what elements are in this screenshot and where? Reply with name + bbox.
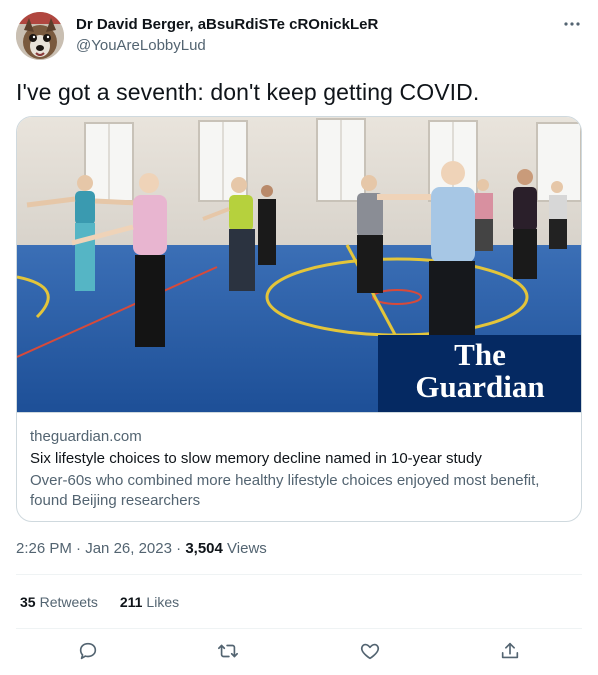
card-image[interactable]: The Guardian <box>17 117 581 413</box>
retweets-stat[interactable]: 35 Retweets <box>20 592 98 612</box>
meta-separator: · <box>176 540 182 557</box>
reply-icon[interactable] <box>75 638 101 664</box>
guardian-logo-line1: The <box>454 337 506 372</box>
dog-avatar[interactable] <box>16 12 64 60</box>
heart-icon[interactable] <box>357 638 383 664</box>
guardian-logo-line2: Guardian <box>415 369 544 404</box>
tweet-header: Dr David Berger, aBsuRdiSTe cROnickLeR @… <box>16 12 582 62</box>
likes-count: 211 <box>119 594 143 610</box>
tweet-date[interactable]: Jan 26, 2023 <box>85 540 172 557</box>
card-domain: theguardian.com <box>30 428 142 445</box>
tweet-meta: 2:26 PM · Jan 26, 2023 · 3,504 Views <box>16 539 267 559</box>
likes-stat[interactable]: 211 Likes <box>120 592 179 612</box>
more-options-icon[interactable] <box>562 14 582 34</box>
views-count: 3,504 <box>185 540 223 557</box>
share-icon[interactable] <box>497 638 523 664</box>
divider <box>16 574 582 575</box>
author-handle[interactable]: @YouAreLobbyLud <box>76 36 378 56</box>
tweet-time[interactable]: 2:26 PM <box>16 540 72 557</box>
likes-label: Likes <box>146 594 180 610</box>
views-label: Views <box>227 540 267 557</box>
tweet-actions <box>16 628 582 674</box>
card-body: theguardian.com Six lifestyle choices to… <box>30 427 570 511</box>
retweets-count: 35 <box>20 594 36 610</box>
link-preview-card[interactable]: The Guardian theguardian.com Six lifesty… <box>16 116 582 522</box>
author-display-name[interactable]: Dr David Berger, aBsuRdiSTe cROnickLeR <box>76 15 378 35</box>
card-title[interactable]: Six lifestyle choices to slow memory dec… <box>30 449 570 469</box>
tweet-stats: 35 Retweets 211 Likes <box>20 592 197 612</box>
tweet-text: I've got a seventh: don't keep getting C… <box>16 79 480 105</box>
retweets-label: Retweets <box>39 594 98 610</box>
meta-separator: · <box>76 540 82 557</box>
retweet-icon[interactable] <box>215 638 241 664</box>
author-names: Dr David Berger, aBsuRdiSTe cROnickLeR @… <box>76 15 378 56</box>
card-description: Over-60s who combined more healthy lifes… <box>30 472 540 509</box>
